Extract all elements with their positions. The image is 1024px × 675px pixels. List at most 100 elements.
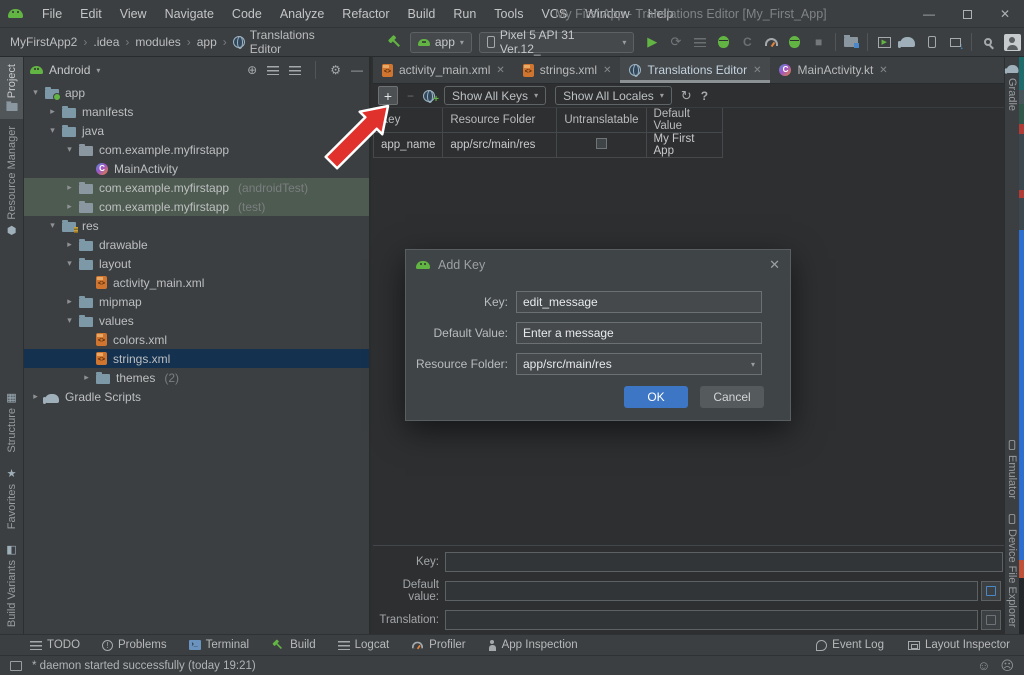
tree-item-themes[interactable]: ▸themes(2) [24,368,369,387]
tree-item-layout[interactable]: ▾layout [24,254,369,273]
sdk-manager-button[interactable] [944,31,968,53]
menu-item[interactable]: Refactor [333,4,398,24]
locate-file-icon[interactable]: ⊕ [247,63,257,77]
dialog-default-value-input[interactable] [516,322,762,344]
breadcrumb-current[interactable]: Translations Editor [245,28,347,56]
detail-translation-input[interactable] [445,610,978,630]
toolwindow-tab-terminal[interactable]: ›_Terminal [189,639,249,651]
tree-item-strings-xml[interactable]: <>strings.xml [24,349,369,368]
feedback-sad-icon[interactable]: ☹ [1000,658,1014,674]
chevron-down-icon[interactable]: ▾ [30,87,41,98]
profile-avatar-button[interactable] [1000,31,1024,53]
reload-icon[interactable]: ↻ [681,88,692,104]
project-view-selector[interactable]: Android [49,63,90,77]
tree-item-values[interactable]: ▾values [24,311,369,330]
keys-filter-select[interactable]: Show All Keys▾ [444,86,546,105]
run-button[interactable]: ▶ [640,31,664,53]
menu-item[interactable]: Code [223,4,271,24]
settings-gear-icon[interactable]: ⚙ [330,63,341,77]
chevron-right-icon[interactable]: ▸ [64,296,75,307]
chevron-down-icon[interactable]: ▾ [96,66,100,75]
cell-resource-folder[interactable]: app/src/main/res [443,133,557,158]
close-icon[interactable]: ✕ [496,65,504,76]
dialog-close-icon[interactable]: ✕ [769,257,780,273]
minimize-button[interactable]: — [910,0,948,28]
chevron-right-icon[interactable]: ▸ [64,182,75,193]
dialog-key-input[interactable] [516,291,762,313]
chevron-down-icon[interactable]: ▾ [64,144,75,155]
detail-default-value-input[interactable] [445,581,978,601]
menu-item[interactable]: Analyze [271,4,333,24]
build-hammer-icon[interactable] [385,32,405,52]
locales-filter-select[interactable]: Show All Locales▾ [555,86,672,105]
tree-item-mainactivity[interactable]: CMainActivity [24,159,369,178]
table-row[interactable]: app_name app/src/main/res My First App [374,133,723,158]
tree-item-mipmap[interactable]: ▸mipmap [24,292,369,311]
toolwindow-tab-resource-manager[interactable]: Resource Manager ⬢ [6,119,18,244]
breadcrumb-item[interactable]: .idea [93,35,135,49]
close-icon[interactable]: ✕ [879,65,887,76]
tree-item-activity-main-xml[interactable]: <>activity_main.xml [24,273,369,292]
chevron-right-icon[interactable]: ▸ [30,391,41,402]
toolwindow-tab-profiler[interactable]: Profiler [411,639,465,651]
avd-manager-button[interactable]: ▶ [872,31,896,53]
tree-item-com-example-myfirstapp[interactable]: ▾com.example.myfirstapp [24,140,369,159]
feedback-happy-icon[interactable]: ☺ [977,658,990,674]
column-header-default-value[interactable]: Default Value [646,108,722,133]
tree-item-res[interactable]: ▾res [24,216,369,235]
toolwindow-tab-favorites[interactable]: ★ Favorites [6,460,18,536]
menu-item[interactable]: View [111,4,156,24]
chevron-down-icon[interactable]: ▾ [64,315,75,326]
dialog-resource-folder-select[interactable]: app/src/main/res ▾ [516,353,762,375]
ok-button[interactable]: OK [624,386,688,408]
toolwindow-tab-build[interactable]: Build [271,638,316,652]
tree-item-app[interactable]: ▾app [24,83,369,102]
column-header-resource-folder[interactable]: Resource Folder [443,108,557,133]
expand-default-value-button[interactable] [981,581,1001,601]
menu-item[interactable]: File [33,4,71,24]
cancel-button[interactable]: Cancel [700,386,764,408]
toolwindow-tab-project[interactable]: Project [0,57,23,119]
column-header-untranslatable[interactable]: Untranslatable [557,108,646,133]
chevron-right-icon[interactable]: ▸ [64,239,75,250]
close-icon[interactable]: ✕ [603,65,611,76]
toolwindow-tab-gradle[interactable]: Gradle [1005,57,1020,118]
column-header-key[interactable]: Key [374,108,443,133]
tab-translations-editor[interactable]: Translations Editor✕ [620,57,770,83]
maximize-button[interactable] [948,0,986,28]
tree-item-com-example-myfirstapp[interactable]: ▸com.example.myfirstapp(androidTest) [24,178,369,197]
event-log-button[interactable]: Event Log [816,639,884,651]
expand-all-icon[interactable] [267,66,279,75]
device-select[interactable]: Pixel 5 API 31 Ver.12_ ▾ [479,32,635,53]
debug-button[interactable] [712,31,736,53]
menu-item[interactable]: Run [444,4,485,24]
breadcrumb-item[interactable]: modules [135,35,196,49]
menu-item[interactable]: Edit [71,4,111,24]
toolwindow-switcher-icon[interactable] [10,661,22,671]
toolwindow-tab-problems[interactable]: !Problems [102,639,167,651]
toolwindow-tab-structure[interactable]: ▦ Structure [6,384,18,460]
collapse-all-icon[interactable] [289,66,301,75]
close-icon[interactable]: ✕ [753,65,761,76]
help-icon[interactable]: ? [701,89,708,103]
hide-panel-icon[interactable]: — [351,63,363,77]
menu-item[interactable]: Build [399,4,445,24]
tree-item-manifests[interactable]: ▸manifests [24,102,369,121]
device-manager-button[interactable] [920,31,944,53]
close-button[interactable]: ✕ [986,0,1024,28]
add-key-button[interactable]: + [378,86,398,105]
tree-item-colors-xml[interactable]: <>colors.xml [24,330,369,349]
chevron-right-icon[interactable]: ▸ [81,372,92,383]
chevron-down-icon[interactable]: ▾ [64,258,75,269]
attach-debugger-button[interactable] [783,31,807,53]
toolwindow-tab-device-file-explorer[interactable]: Device File Explorer [1006,506,1018,634]
tree-item-gradle-scripts[interactable]: ▸Gradle Scripts [24,387,369,406]
tree-item-drawable[interactable]: ▸drawable [24,235,369,254]
menu-item[interactable]: Tools [485,4,532,24]
menu-item[interactable]: Navigate [156,4,223,24]
chevron-down-icon[interactable]: ▾ [47,125,58,136]
toolwindow-tab-build-variants[interactable]: ◧ Build Variants [6,536,18,634]
search-everywhere-button[interactable] [976,31,1000,53]
status-message[interactable]: * daemon started successfully (today 19:… [32,660,256,672]
tab-activity-main-xml[interactable]: <> activity_main.xml✕ [373,57,514,83]
